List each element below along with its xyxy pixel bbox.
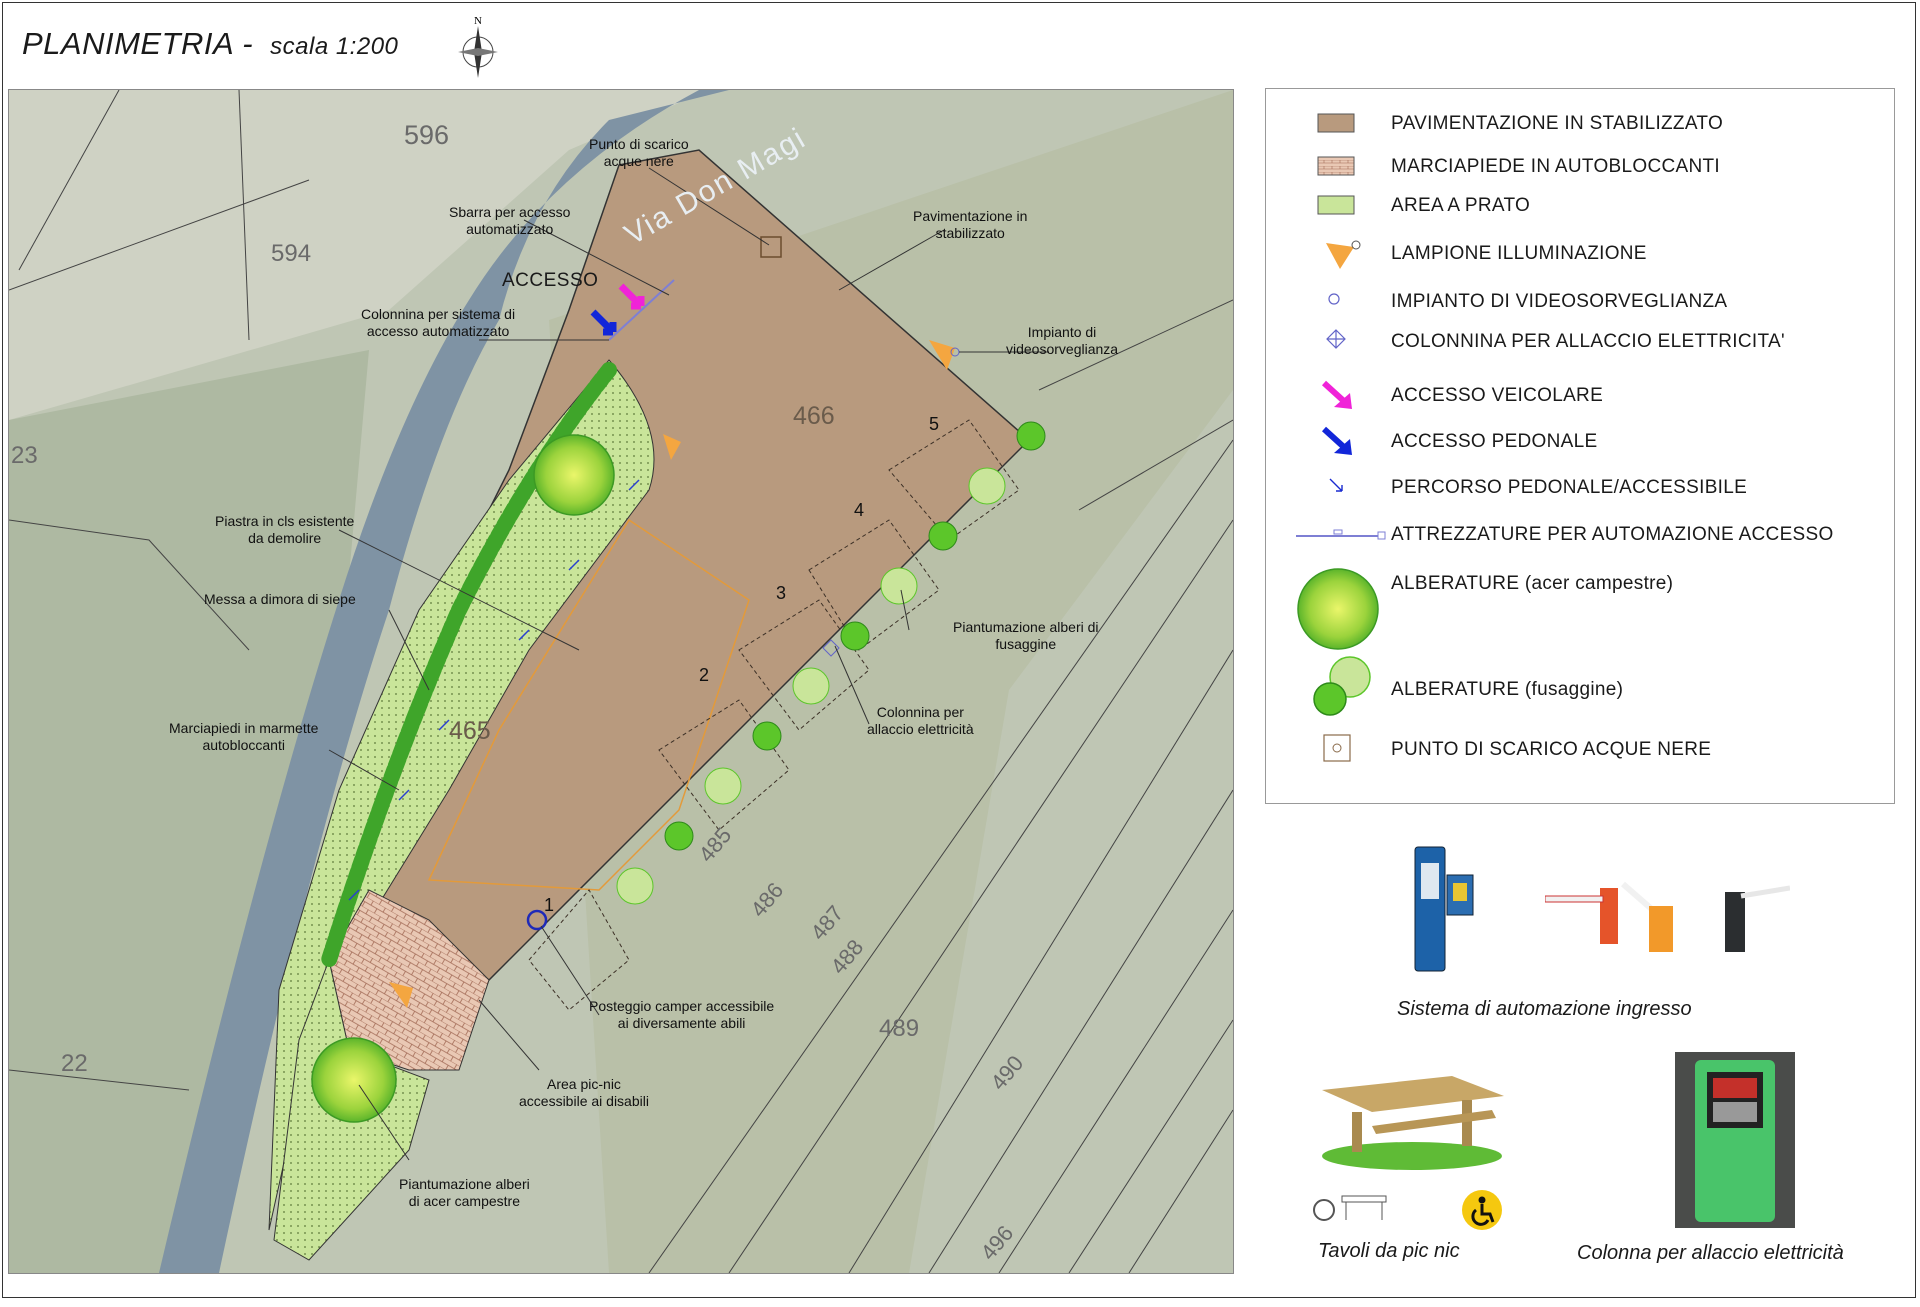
cadastral-number: 22 — [61, 1050, 88, 1077]
legend-item: PAVIMENTAZIONE IN STABILIZZATO — [1266, 105, 1894, 141]
cadastral-number: 23 — [11, 442, 38, 469]
cadastral-number: 594 — [271, 240, 312, 267]
annotation-slab-demolish: Piastra in cls esistente da demolire — [215, 513, 355, 546]
camera-circle-icon — [1328, 293, 1340, 305]
spindle-tree-icon — [792, 667, 830, 705]
annotation-hedge: Messa a dimora di siepe — [204, 591, 356, 607]
scale-label: scala 1:200 — [270, 33, 399, 60]
spindle-tree-icon — [1313, 656, 1371, 716]
legend-item: MARCIAPIEDE IN AUTOBLOCCANTI — [1266, 148, 1894, 184]
cadastral-number: 596 — [404, 120, 450, 150]
annotation-sidewalk: Marciapiedi in marmette autobloccanti — [169, 720, 319, 753]
maple-tree-icon — [1297, 568, 1379, 650]
compass-rose-icon: N — [458, 15, 498, 78]
annotation-gravel-paving: Pavimentazione in stabilizzato — [913, 208, 1028, 241]
access-label: ACCESSO — [502, 270, 599, 291]
maple-tree-icon — [311, 1037, 397, 1123]
vehicle-arrow-icon — [1321, 380, 1352, 409]
legend-item: ALBERATURE (acer campestre) — [1266, 565, 1894, 655]
maple-tree-icon — [533, 434, 615, 516]
parking-pay-station-photo — [1414, 846, 1474, 972]
site-plan-map: 596 594 23 466 465 22 485 486 487 488 48… — [8, 89, 1234, 1274]
drain-point-icon — [1323, 734, 1351, 762]
autobloccanti-swatch — [1317, 156, 1355, 176]
annotation-cctv: Impianto di videosorveglianza — [1006, 324, 1119, 357]
stall-number: 1 — [544, 895, 555, 915]
legend-item: PERCORSO PEDONALE/ACCESSIBILE — [1266, 469, 1894, 505]
legend-item: ACCESSO PEDONALE — [1266, 423, 1894, 459]
spindle-tree-icon — [616, 867, 654, 905]
pedestrian-arrow-icon — [1321, 426, 1352, 455]
cadastral-number: 466 — [793, 402, 835, 430]
legend-item: ALBERATURE (fusaggine) — [1266, 653, 1894, 723]
stall-number: 4 — [854, 500, 865, 520]
path-arrow-icon — [1329, 478, 1343, 492]
compass-letter: N — [474, 15, 482, 27]
spindle-tree-icon — [880, 567, 918, 605]
cadastral-number: 465 — [449, 717, 491, 745]
legend-item: COLONNINA PER ALLACCIO ELETTRICITA' — [1266, 323, 1894, 359]
stall-number: 3 — [776, 583, 787, 603]
legend-item: PUNTO DI SCARICO ACQUE NERE — [1266, 731, 1894, 767]
legend-item: ACCESSO VEICOLARE — [1266, 377, 1894, 413]
annotation-barrier: Sbarra per accesso automatizzato — [449, 204, 571, 237]
annotation-drain-point: Punto di scarico acque nere — [589, 136, 689, 169]
annotation-accessible-parking: Posteggio camper accessibile ai diversame… — [589, 998, 775, 1031]
annotation-maple-trees: Piantumazione alberi di acer campestre — [399, 1176, 530, 1209]
stall-number: 2 — [699, 665, 710, 685]
stabilizzato-swatch — [1317, 113, 1355, 133]
spindle-tree-icon — [840, 621, 870, 651]
power-column-caption: Colonna per allaccio elettricità — [1577, 1242, 1844, 1264]
spindle-tree-icon — [928, 521, 958, 551]
legend-item: IMPIANTO DI VIDEOSORVEGLIANZA — [1266, 283, 1894, 319]
cadastral-number: 489 — [879, 1015, 920, 1042]
annotation-power-column: Colonnina per allaccio elettricità — [867, 704, 974, 737]
stall-number: 5 — [929, 414, 940, 434]
map-legend: PAVIMENTAZIONE IN STABILIZZATO MARCIAPIE… — [1265, 88, 1895, 804]
annotation-spindle-trees: Piantumazione alberi di fusaggine — [953, 619, 1099, 652]
spindle-tree-icon — [752, 721, 782, 751]
picnic-table-photo — [1322, 1076, 1504, 1170]
barrier-line-icon — [1296, 529, 1386, 540]
wheelchair-bench-icon — [1313, 1195, 1387, 1221]
page-title: PLANIMETRIA - scala 1:200 — [22, 26, 399, 61]
spindle-tree-icon — [1016, 421, 1046, 451]
spindle-tree-icon — [664, 821, 694, 851]
barrier-gate-photo — [1545, 881, 1790, 952]
legend-item: LAMPIONE ILLUMINAZIONE — [1266, 235, 1894, 271]
legend-item: ATTREZZATURE PER AUTOMAZIONE ACCESSO — [1266, 516, 1894, 552]
spindle-tree-icon — [968, 467, 1006, 505]
lamp-icon — [1326, 240, 1361, 269]
automation-caption: Sistema di automazione ingresso — [1397, 998, 1692, 1020]
picnic-caption: Tavoli da pic nic — [1318, 1240, 1460, 1262]
annotation-access-column: Colonnina per sistema di accesso automati… — [361, 306, 516, 339]
legend-item: AREA A PRATO — [1266, 187, 1894, 223]
power-column-photo — [1675, 1052, 1795, 1228]
accessibility-icon — [1462, 1190, 1502, 1230]
annotation-picnic-area: Area pic-nic accessibile ai disabili — [519, 1076, 649, 1109]
power-column-icon — [1326, 329, 1346, 349]
spindle-tree-icon — [704, 767, 742, 805]
prato-swatch — [1317, 195, 1355, 215]
